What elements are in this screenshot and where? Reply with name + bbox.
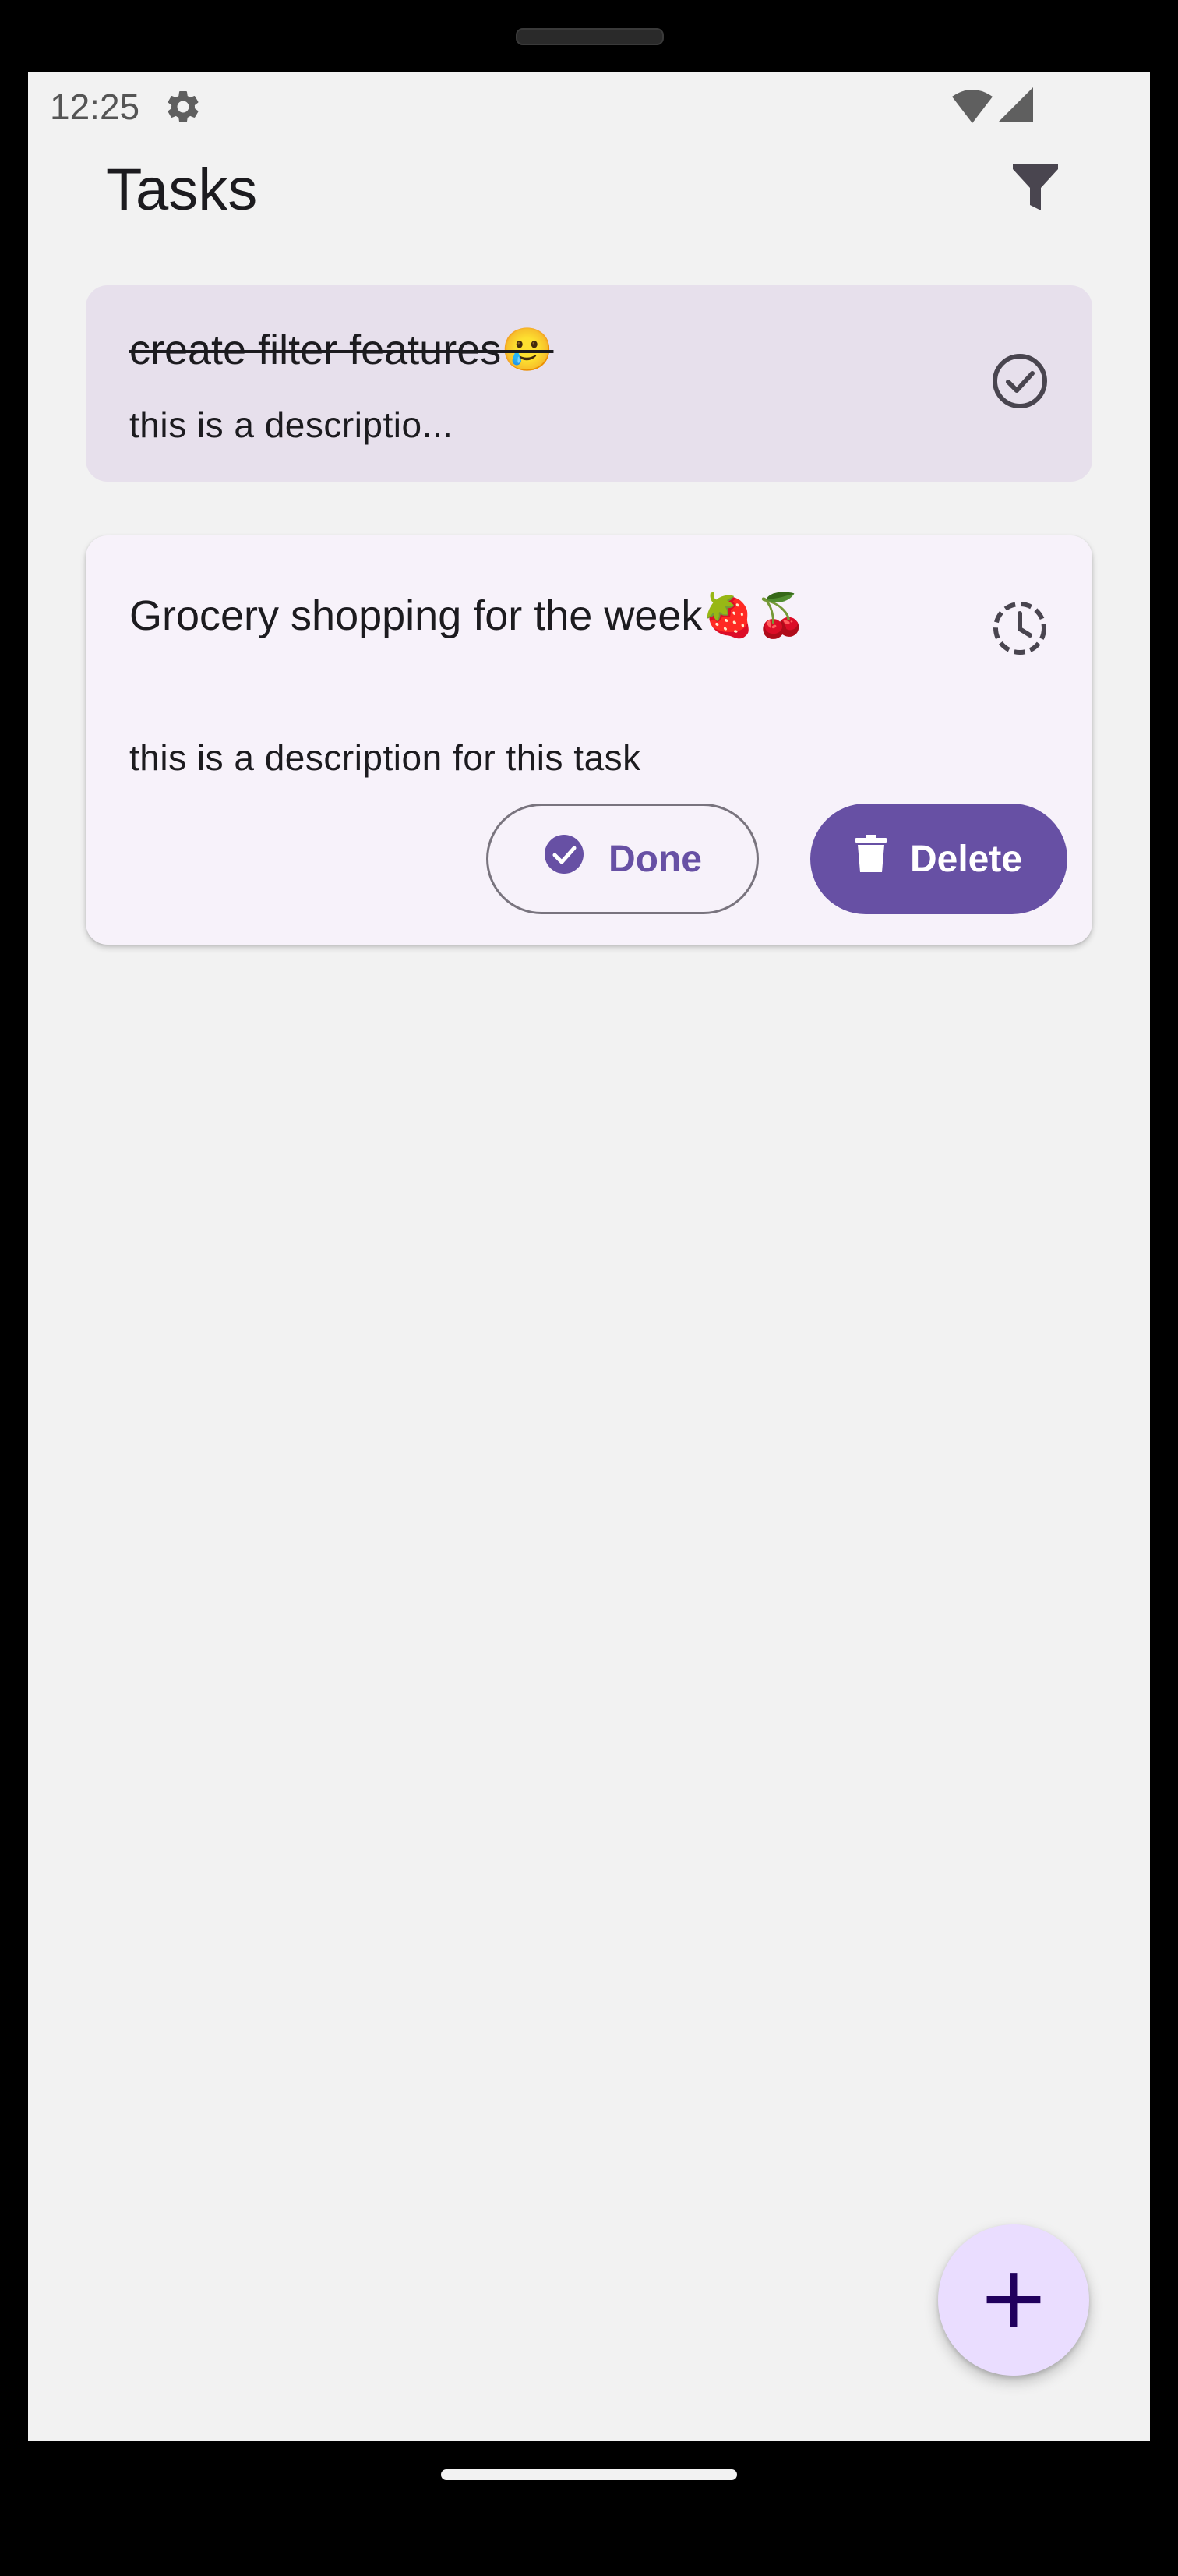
filter-button[interactable] <box>1007 161 1064 218</box>
page-title: Tasks <box>106 157 258 223</box>
task-title: Grocery shopping for the week🍓🍒 <box>129 592 807 639</box>
delete-button[interactable]: Delete <box>810 804 1067 914</box>
done-button-label: Done <box>608 838 702 880</box>
task-title: create filter features🥲 <box>129 327 554 373</box>
cellular-signal-icon <box>997 86 1035 123</box>
add-icon: + <box>977 2247 1050 2347</box>
check-circle-icon[interactable] <box>988 349 1052 413</box>
done-button[interactable]: Done <box>486 804 759 914</box>
earpiece-speaker <box>516 28 664 45</box>
add-task-fab[interactable]: + <box>938 2224 1089 2376</box>
pending-clock-icon[interactable] <box>988 596 1052 660</box>
delete-button-label: Delete <box>909 838 1023 880</box>
trash-icon <box>855 835 887 883</box>
system-navigation-bar <box>0 2441 1178 2576</box>
device-frame: 12:25 Tasks create filter features🥲 this… <box>0 0 1178 2576</box>
gear-icon <box>164 87 203 126</box>
check-circle-filled-icon <box>543 833 585 885</box>
app-screen: 12:25 Tasks create filter features🥲 this… <box>28 72 1150 2441</box>
task-description: this is a description for this task <box>129 737 641 778</box>
status-bar: 12:25 <box>28 72 1150 142</box>
filter-icon <box>1011 162 1060 217</box>
home-gesture-handle[interactable] <box>441 2469 737 2480</box>
wifi-icon <box>951 87 994 125</box>
task-card-completed[interactable]: create filter features🥲 this is a descri… <box>86 285 1092 482</box>
task-description: this is a descriptio... <box>129 405 453 445</box>
status-time: 12:25 <box>50 87 140 127</box>
task-card-active[interactable]: Grocery shopping for the week🍓🍒 this is … <box>86 535 1092 945</box>
